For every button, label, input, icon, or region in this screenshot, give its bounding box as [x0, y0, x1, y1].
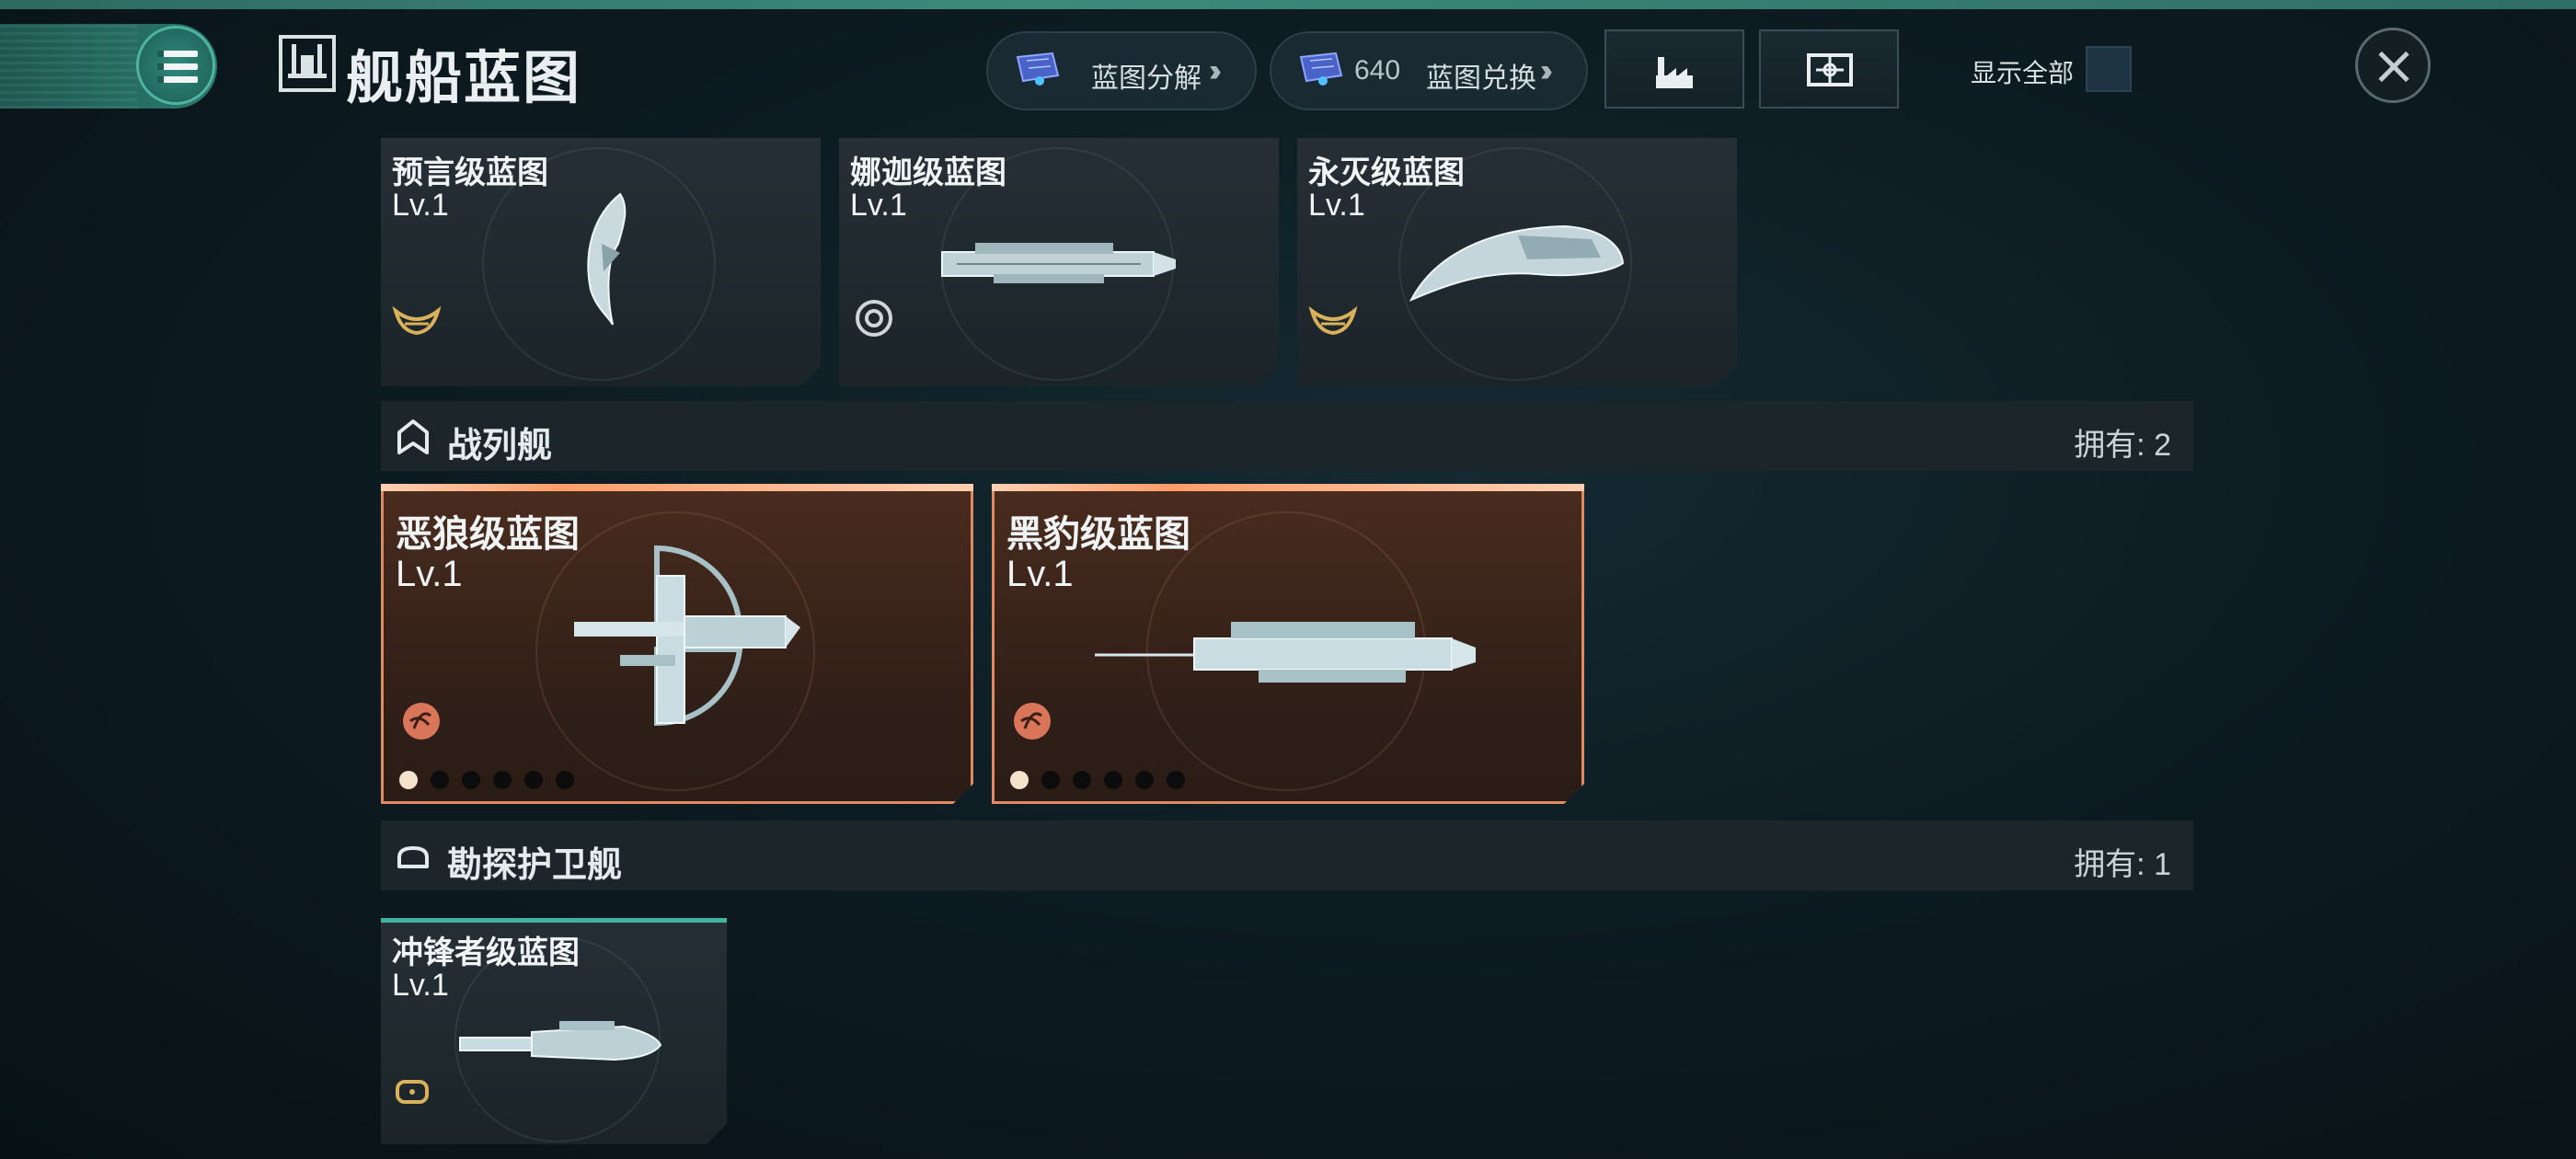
- ship-silhouette: [565, 189, 638, 327]
- card-top-accent: [381, 918, 727, 923]
- exchange-label: 蓝图兑换: [1426, 63, 1536, 94]
- star-filled: [399, 771, 418, 789]
- card-top-glow: [381, 484, 973, 491]
- target-emblem-icon: [854, 298, 894, 339]
- star-empty: [1104, 771, 1122, 789]
- dome-outline-icon: [397, 846, 429, 868]
- blueprint-card-panther[interactable]: 黑豹级蓝图 Lv.1: [992, 484, 1584, 804]
- section-title: 战列舰: [447, 427, 553, 465]
- chevrons-right-icon: ›››: [1540, 53, 1553, 88]
- star-rating: [1010, 771, 1185, 789]
- blueprint-card-wolf[interactable]: 恶狼级蓝图 Lv.1: [381, 484, 973, 804]
- blueprint-card-annihilation[interactable]: 永灭级蓝图 Lv.1: [1297, 138, 1737, 386]
- chevrons-right-icon: ›››: [1209, 53, 1222, 88]
- card-level: Lv.1: [850, 188, 907, 223]
- blueprint-map-button[interactable]: [1759, 29, 1899, 109]
- red-faction-icon: [1012, 701, 1052, 741]
- gold-frame-icon: [394, 1076, 431, 1107]
- page-title: 舰船蓝图: [346, 47, 582, 110]
- section-header-battleship: 战列舰 拥有: 2: [381, 401, 2193, 471]
- factory-button[interactable]: [1604, 29, 1744, 109]
- star-empty: [524, 771, 543, 789]
- horned-emblem-icon: [392, 304, 442, 340]
- card-level: Lv.1: [1308, 188, 1365, 223]
- section-header-frigate: 勘探护卫舰 拥有: 1: [381, 820, 2193, 890]
- blueprint-exchange-button[interactable]: 640 蓝图兑换 ›››: [1270, 31, 1588, 110]
- star-empty: [431, 771, 449, 789]
- card-name: 恶狼级蓝图: [396, 514, 580, 555]
- star-empty: [556, 771, 574, 789]
- ship-silhouette: [1408, 217, 1627, 318]
- star-empty: [1135, 771, 1154, 789]
- card-level: Lv.1: [396, 554, 463, 594]
- card-level: Lv.1: [392, 968, 449, 1003]
- top-accent-line: [0, 0, 2576, 9]
- section-title: 勘探护卫舰: [447, 846, 623, 885]
- decompose-label: 蓝图分解: [1091, 63, 1202, 94]
- card-name: 黑豹级蓝图: [1006, 514, 1190, 555]
- show-all-label: 显示全部: [1971, 59, 2075, 87]
- ship-silhouette: [458, 1017, 662, 1069]
- blueprint-title-icon: [279, 35, 336, 92]
- ship-silhouette: [938, 235, 1179, 291]
- card-name: 冲锋者级蓝图: [392, 935, 580, 970]
- section-count: 拥有: 1: [2074, 847, 2171, 882]
- menu-button[interactable]: [136, 26, 215, 105]
- star-empty: [1041, 771, 1060, 789]
- card-top-glow: [992, 484, 1584, 491]
- card-level: Lv.1: [1006, 554, 1074, 594]
- blueprint-map-icon: [1807, 53, 1853, 86]
- house-outline-icon: [397, 419, 429, 454]
- card-name: 预言级蓝图: [392, 155, 548, 190]
- card-name: 娜迦级蓝图: [850, 155, 1006, 190]
- close-button[interactable]: [2355, 28, 2431, 103]
- star-empty: [462, 771, 480, 789]
- horned-emblem-icon: [1308, 304, 1358, 340]
- blueprint-card-naga[interactable]: 娜迦级蓝图 Lv.1: [839, 138, 1279, 386]
- exchange-count: 640: [1354, 55, 1401, 86]
- section-count: 拥有: 2: [2074, 428, 2171, 463]
- ship-silhouette: [1093, 603, 1479, 705]
- star-empty: [1073, 771, 1091, 789]
- red-faction-icon: [401, 701, 442, 741]
- blueprint-card-charger[interactable]: 冲锋者级蓝图 Lv.1: [381, 918, 727, 1144]
- star-empty: [1167, 771, 1185, 789]
- blueprint-card-prophecy[interactable]: 预言级蓝图 Lv.1: [381, 138, 821, 386]
- ship-silhouette: [565, 539, 804, 741]
- factory-icon: [1656, 57, 1693, 88]
- card-name: 永灭级蓝图: [1308, 155, 1465, 190]
- blueprint-decompose-button[interactable]: 蓝图分解 ›››: [986, 31, 1257, 110]
- star-filled: [1010, 771, 1029, 789]
- show-all-checkbox[interactable]: [2086, 46, 2132, 92]
- star-empty: [493, 771, 512, 789]
- card-level: Lv.1: [392, 188, 449, 223]
- blueprint-chip-icon: [1016, 52, 1060, 86]
- blueprint-chip-icon: [1299, 52, 1343, 86]
- star-rating: [399, 771, 574, 789]
